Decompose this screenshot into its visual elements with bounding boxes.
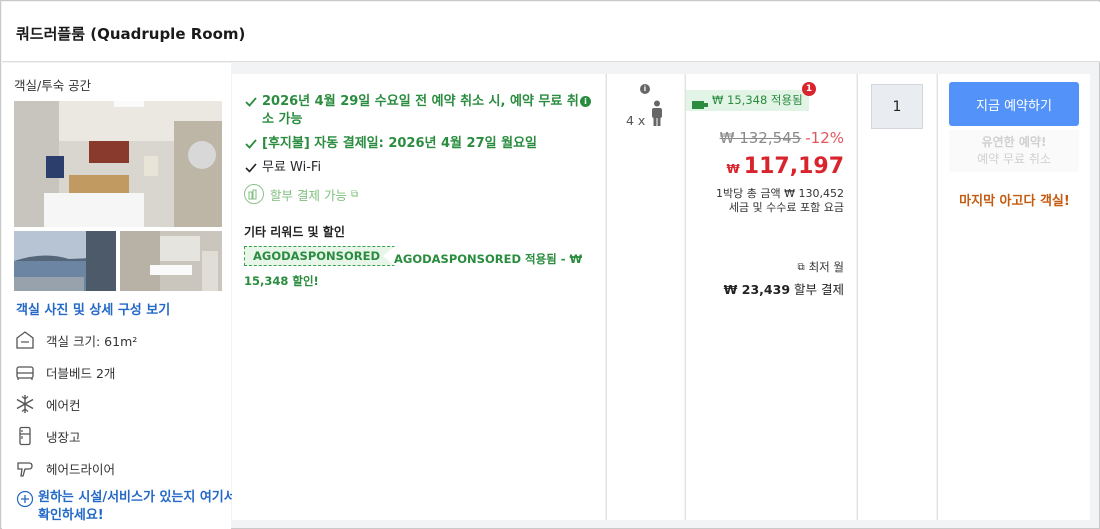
room-title: 쿼드러플룸 (Quadruple Room) <box>16 25 246 43</box>
benefit-text: 2026년 4월 29일 수요일 전 예약 취소 시, 예약 무료 취소 가능 <box>262 94 579 127</box>
booking-column: 지금 예약하기 유연한 예약! 예약 무료 취소 마지막 아고다 객실! <box>937 74 1090 520</box>
total-per-night: 1박당 총 금액 ₩ 130,452 <box>716 187 844 200</box>
external-link-icon: ⧉ <box>797 261 805 273</box>
monthly-amount: ₩ 23,439 <box>723 282 791 297</box>
room-quantity-select[interactable]: 1 <box>871 84 923 129</box>
info-icon[interactable]: i <box>640 84 650 94</box>
quantity-column: 1 <box>857 74 936 520</box>
total-price-note: 1박당 총 금액 ₩ 130,452 세금 및 수수료 포함 요금 <box>716 187 844 215</box>
room-photo-main[interactable] <box>14 101 222 227</box>
other-rewards-title: 기타 리워드 및 할인 <box>244 225 345 239</box>
flexible-booking-info: 유연한 예약! 예약 무료 취소 <box>949 130 1079 172</box>
snowflake-icon <box>14 393 36 415</box>
room-photo-view[interactable] <box>14 231 116 291</box>
notification-badge: 1 <box>802 82 816 96</box>
amenity-label: 헤어드라이어 <box>46 461 116 477</box>
amenity-fridge: 냉장고 <box>14 425 81 447</box>
discount-percent: -12% <box>805 129 844 147</box>
fridge-icon <box>14 425 36 447</box>
savings-text: ₩ 15,348 적용됨 <box>712 93 803 107</box>
amenity-label: 객실 크기: 61m² <box>46 333 138 349</box>
occupancy-count: 4 x <box>626 113 646 128</box>
amenity-label: 냉장고 <box>46 429 81 445</box>
external-link-icon: ⧉ <box>350 188 359 200</box>
price-column: ₩ 15,348 적용됨 1 ₩ 132,545 -12% ₩ 117,197 … <box>685 74 856 520</box>
price-amount: 117,197 <box>743 154 844 179</box>
monthly-suffix: 할부 결제 <box>794 282 844 297</box>
installment-text: 할부 결제 가능 <box>270 187 347 203</box>
person-icon <box>651 100 663 130</box>
promo-code-tag: AGODASPONSORED <box>244 246 395 266</box>
hairdryer-icon <box>14 457 36 479</box>
check-icon <box>244 161 258 175</box>
room-header: 쿼드러플룸 (Quadruple Room) <box>2 2 1100 62</box>
savings-badge: ₩ 15,348 적용됨 <box>686 90 809 111</box>
amenity-bed: 더블베드 2개 <box>14 361 115 383</box>
amenity-air-conditioning: 에어컨 <box>14 393 81 415</box>
benefits-column: 2026년 4월 29일 수요일 전 예약 취소 시, 예약 무료 취소 가능 … <box>232 74 605 520</box>
current-price: ₩ 117,197 <box>727 154 844 179</box>
occupancy: 4 x <box>626 100 663 130</box>
lowest-monthly-link[interactable]: ⧉ 최저 월 <box>797 259 844 275</box>
info-icon[interactable]: i <box>580 96 591 107</box>
benefit-postpay: [후지불] 자동 결제일: 2026년 4월 27일 월요일 <box>244 135 537 153</box>
amenity-label: 에어컨 <box>46 397 81 413</box>
check-facilities-link[interactable]: 원하는 시설/서비스가 있는지 여기서 확인하세요! <box>16 489 238 525</box>
bed-icon <box>14 361 36 383</box>
amenity-label: 더블베드 2개 <box>46 365 116 381</box>
installment-icon <box>244 184 264 204</box>
section-title: 객실/투숙 공간 <box>14 78 92 93</box>
lowest-monthly-label: 최저 월 <box>808 260 844 274</box>
coupon-icon <box>692 96 708 109</box>
benefit-free-cancel: 2026년 4월 29일 수요일 전 예약 취소 시, 예약 무료 취소 가능 <box>244 93 580 129</box>
check-icon <box>244 95 258 109</box>
amenity-room-size: 객실 크기: 61m² <box>14 329 137 351</box>
original-price-row: ₩ 132,545 -12% <box>720 129 844 147</box>
original-price: ₩ 132,545 <box>719 129 802 147</box>
tax-note: 세금 및 수수료 포함 요금 <box>728 201 844 214</box>
occupancy-column: i 4 x <box>606 74 684 520</box>
last-room-notice: 마지막 아고다 객실! <box>959 194 1070 209</box>
plus-circle-icon <box>16 490 34 508</box>
benefit-text: 무료 Wi-Fi <box>262 160 322 175</box>
check-icon <box>244 137 258 151</box>
room-card: 쿼드러플룸 (Quadruple Room) 객실/투숙 공간 객실 사진 및 … <box>0 0 1100 529</box>
room-info-panel: 객실/투숙 공간 객실 사진 및 상세 구성 보기 객실 크기: 61m² 더블… <box>2 63 236 529</box>
check-facilities-text: 원하는 시설/서비스가 있는지 여기서 확인하세요! <box>38 490 236 523</box>
book-now-button[interactable]: 지금 예약하기 <box>949 82 1079 126</box>
view-room-photos-link[interactable]: 객실 사진 및 상세 구성 보기 <box>16 299 170 318</box>
flexible-booking-title: 유연한 예약! <box>981 135 1047 149</box>
monthly-installment: ₩ 23,439 할부 결제 <box>724 279 844 298</box>
room-size-icon <box>14 329 36 351</box>
price-currency: ₩ <box>726 162 740 176</box>
room-photo-bathroom[interactable] <box>120 231 222 291</box>
benefit-text: [후지불] 자동 결제일: 2026년 4월 27일 월요일 <box>262 136 537 151</box>
benefit-wifi: 무료 Wi-Fi <box>244 159 321 177</box>
flexible-booking-subtitle: 예약 무료 취소 <box>977 152 1051 166</box>
amenity-hairdryer: 헤어드라이어 <box>14 457 115 479</box>
installment-available[interactable]: 할부 결제 가능 ⧉ <box>244 184 358 204</box>
